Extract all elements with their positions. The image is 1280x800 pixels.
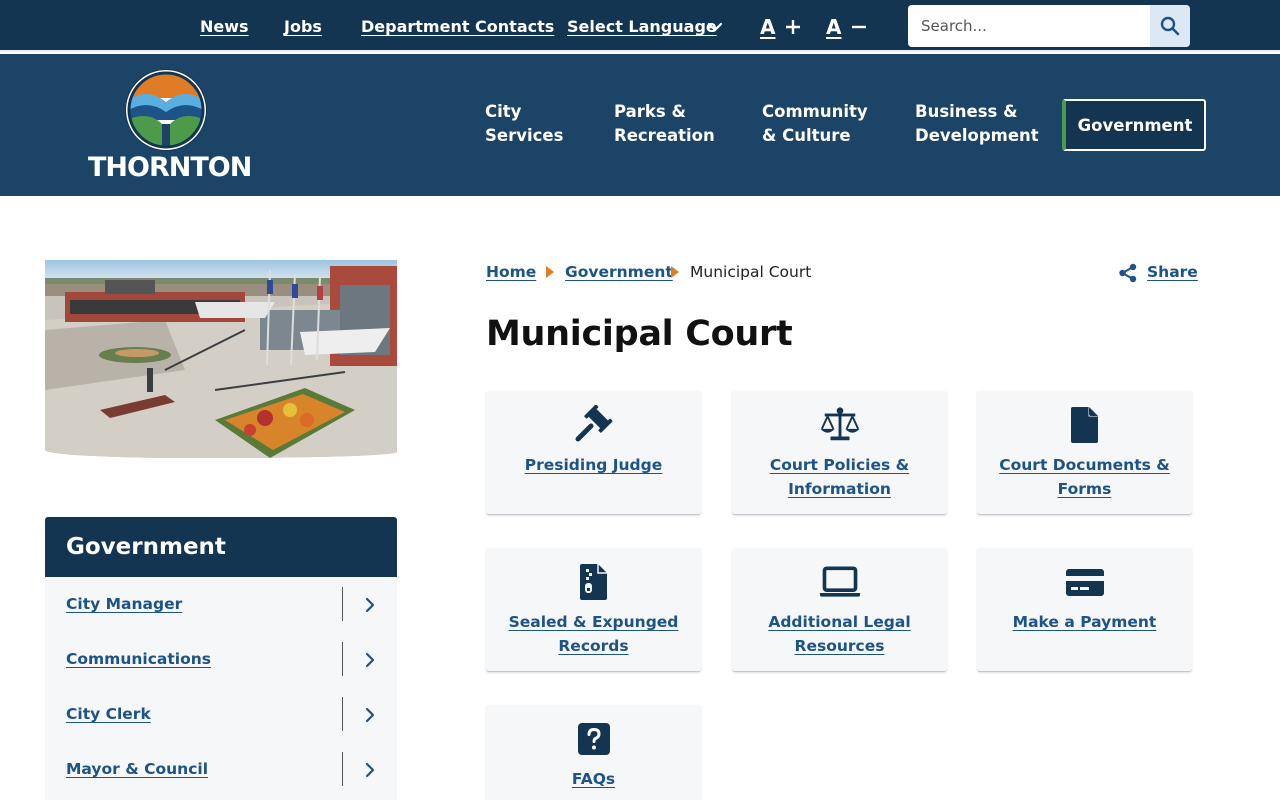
chevron-right-icon[interactable]	[363, 761, 377, 779]
logo-text: THORNTON	[88, 152, 252, 183]
nav-label-line: City	[485, 102, 522, 121]
question-icon	[573, 719, 615, 759]
triangle-right-icon	[546, 266, 554, 278]
search-box	[908, 5, 1190, 47]
card-legal-resources[interactable]: Additional Legal Resources	[732, 548, 947, 672]
nav-parks-recreation[interactable]: Parks & Recreation	[614, 100, 715, 148]
gavel-icon	[573, 405, 615, 445]
chevron-right-icon[interactable]	[363, 596, 377, 614]
breadcrumb-government[interactable]: Government	[565, 263, 673, 281]
department-contacts-link[interactable]: Department Contacts	[361, 17, 554, 36]
font-decrease-letter: A	[826, 15, 842, 39]
card-faqs[interactable]: FAQs	[486, 705, 701, 800]
sidebar-item-city-manager: City Manager	[45, 577, 397, 632]
news-link[interactable]: News	[200, 17, 249, 36]
thornton-logo[interactable]: THORNTON	[88, 68, 252, 184]
chevron-right-icon[interactable]	[363, 706, 377, 724]
city-hall-photo	[45, 260, 397, 458]
nav-label-line: & Culture	[762, 126, 851, 145]
divider	[342, 642, 343, 676]
card-label: Sealed & Expunged Records	[508, 613, 679, 655]
sidebar-list: City Manager Communications City Clerk M…	[45, 577, 397, 800]
search-button[interactable]	[1150, 5, 1190, 47]
divider	[342, 752, 343, 786]
credit-card-icon	[1064, 562, 1106, 602]
jobs-link[interactable]: Jobs	[284, 17, 322, 36]
search-input[interactable]	[908, 5, 1150, 47]
breadcrumb-home[interactable]: Home	[486, 263, 536, 281]
page-title: Municipal Court	[486, 314, 793, 354]
chevron-down-icon[interactable]	[706, 18, 724, 36]
sealed-file-icon	[573, 562, 615, 602]
minus-icon	[852, 25, 867, 29]
sidebar-heading: Government	[45, 517, 397, 577]
plus-icon	[786, 20, 801, 34]
utility-bar: News Jobs Department Contacts Select Lan…	[0, 0, 1280, 52]
card-court-documents[interactable]: Court Documents & Forms	[977, 391, 1192, 515]
font-increase-button[interactable]: A	[760, 15, 801, 39]
card-sealed-records[interactable]: Sealed & Expunged Records	[486, 548, 701, 672]
nav-government[interactable]: Government	[1062, 99, 1206, 151]
card-make-payment[interactable]: Make a Payment	[977, 548, 1192, 672]
sidebar-item-city-clerk: City Clerk	[45, 687, 397, 742]
share-icon	[1119, 263, 1137, 283]
sidebar-item-label[interactable]: Communications	[66, 650, 211, 668]
city-hall-image	[45, 260, 397, 458]
nav-label-line: Services	[485, 126, 564, 145]
share-label: Share	[1147, 263, 1198, 281]
card-label: Additional Legal Resources	[768, 613, 911, 655]
card-label: Make a Payment	[1012, 613, 1157, 631]
font-decrease-button[interactable]: A	[826, 15, 867, 39]
sidebar-item-label[interactable]: Mayor & Council	[66, 760, 208, 778]
sidebar-item-label[interactable]: City Clerk	[66, 705, 151, 723]
sidebar-item-communications: Communications	[45, 632, 397, 687]
nav-label-line: Business &	[915, 102, 1018, 121]
logo-emblem-icon	[125, 69, 207, 151]
nav-label-line: Development	[915, 126, 1039, 145]
nav-business-development[interactable]: Business & Development	[915, 100, 1039, 148]
divider	[342, 587, 343, 621]
font-increase-letter: A	[760, 15, 776, 39]
card-label: FAQs	[571, 770, 616, 788]
main-header: THORNTON City Services Parks & Recreatio…	[0, 54, 1280, 196]
nav-label-line: Parks &	[614, 102, 686, 121]
nav-label-line: Community	[762, 102, 868, 121]
triangle-right-icon	[671, 266, 679, 278]
search-icon	[1160, 16, 1180, 36]
sidebar-item-mayor-council: Mayor & Council	[45, 742, 397, 797]
document-icon	[1064, 405, 1106, 445]
chevron-right-icon[interactable]	[363, 651, 377, 669]
card-presiding-judge[interactable]: Presiding Judge	[486, 391, 701, 515]
laptop-icon	[819, 562, 861, 602]
nav-community-culture[interactable]: Community & Culture	[762, 100, 868, 148]
breadcrumb-current: Municipal Court	[690, 263, 812, 281]
scales-icon	[819, 405, 861, 445]
card-label: Court Policies & Information	[769, 456, 910, 498]
divider	[342, 697, 343, 731]
card-label: Court Documents & Forms	[999, 456, 1170, 498]
sidebar-item-label[interactable]: City Manager	[66, 595, 182, 613]
card-label: Presiding Judge	[524, 456, 663, 474]
nav-label-line: Recreation	[614, 126, 715, 145]
card-court-policies[interactable]: Court Policies & Information	[732, 391, 947, 515]
nav-city-services[interactable]: City Services	[485, 100, 563, 148]
select-language-dropdown[interactable]: Select Language	[567, 17, 717, 36]
